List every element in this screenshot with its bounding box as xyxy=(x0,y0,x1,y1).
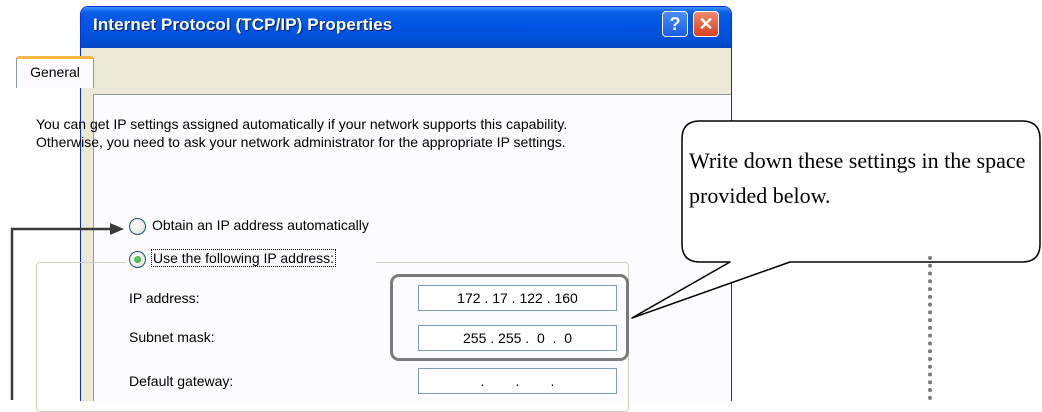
pointer-arrow xyxy=(10,223,124,400)
arrow-head-icon xyxy=(110,223,124,235)
tab-general[interactable]: General xyxy=(16,56,94,88)
